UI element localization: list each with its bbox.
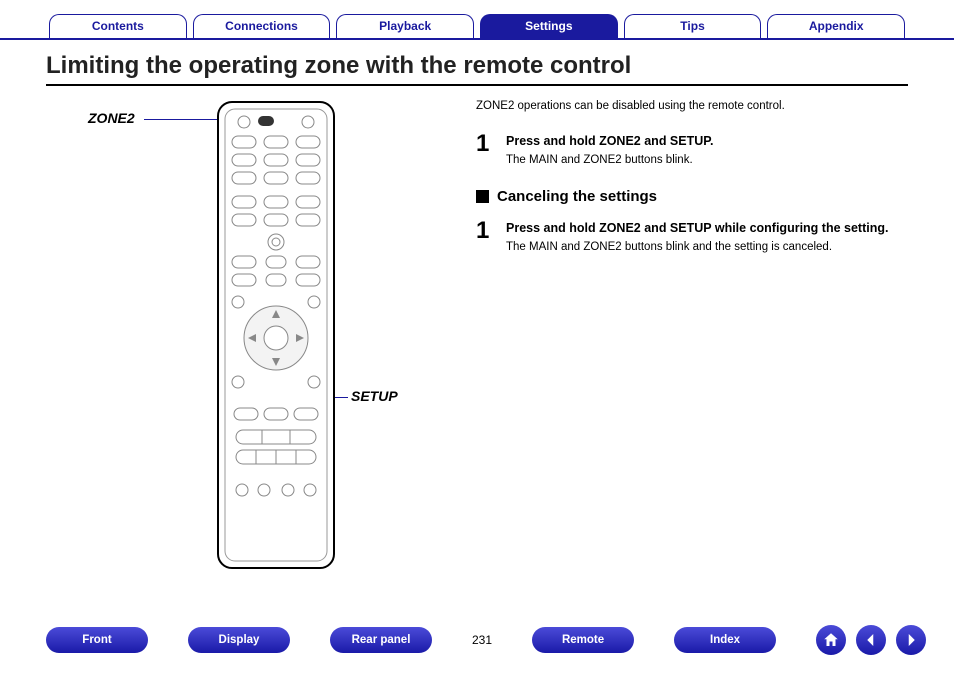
step-1-desc: The MAIN and ZONE2 buttons blink. [506, 154, 908, 166]
setup-label: SETUP [351, 388, 398, 404]
front-panel-button[interactable]: Front panel [46, 627, 148, 653]
tab-tips[interactable]: Tips [624, 14, 762, 38]
intro-text: ZONE2 operations can be disabled using t… [476, 100, 908, 112]
step-number: 1 [476, 217, 506, 253]
step-1-heading: Press and hold ZONE2 and SETUP. [506, 134, 908, 148]
page-number: 231 [472, 633, 492, 647]
step-2-desc: The MAIN and ZONE2 buttons blink and the… [506, 241, 908, 253]
step-2: 1 Press and hold ZONE2 and SETUP while c… [476, 217, 908, 253]
page-title: Limiting the operating zone with the rem… [46, 52, 908, 86]
display-button[interactable]: Display [188, 627, 290, 653]
step-2-heading: Press and hold ZONE2 and SETUP while con… [506, 221, 908, 235]
prev-icon[interactable] [856, 625, 886, 655]
tab-settings[interactable]: Settings [480, 14, 618, 38]
remote-button[interactable]: Remote [532, 627, 634, 653]
tab-contents[interactable]: Contents [49, 14, 187, 38]
step-number: 1 [476, 130, 506, 166]
canceling-settings-heading: Canceling the settings [476, 188, 908, 205]
footer-nav: Front panel Display Rear panel 231 Remot… [0, 625, 954, 655]
subhead-text: Canceling the settings [497, 188, 657, 205]
index-button[interactable]: Index [674, 627, 776, 653]
rear-panel-button[interactable]: Rear panel [330, 627, 432, 653]
tab-appendix[interactable]: Appendix [767, 14, 905, 38]
remote-diagram: ZONE2 SETUP [46, 100, 456, 275]
home-icon[interactable] [816, 625, 846, 655]
tab-connections[interactable]: Connections [193, 14, 331, 38]
top-tabs: Contents Connections Playback Settings T… [0, 0, 954, 40]
zone2-label: ZONE2 [88, 110, 135, 126]
step-1: 1 Press and hold ZONE2 and SETUP. The MA… [476, 130, 908, 166]
tab-playback[interactable]: Playback [336, 14, 474, 38]
next-icon[interactable] [896, 625, 926, 655]
remote-control-illustration [216, 100, 336, 570]
